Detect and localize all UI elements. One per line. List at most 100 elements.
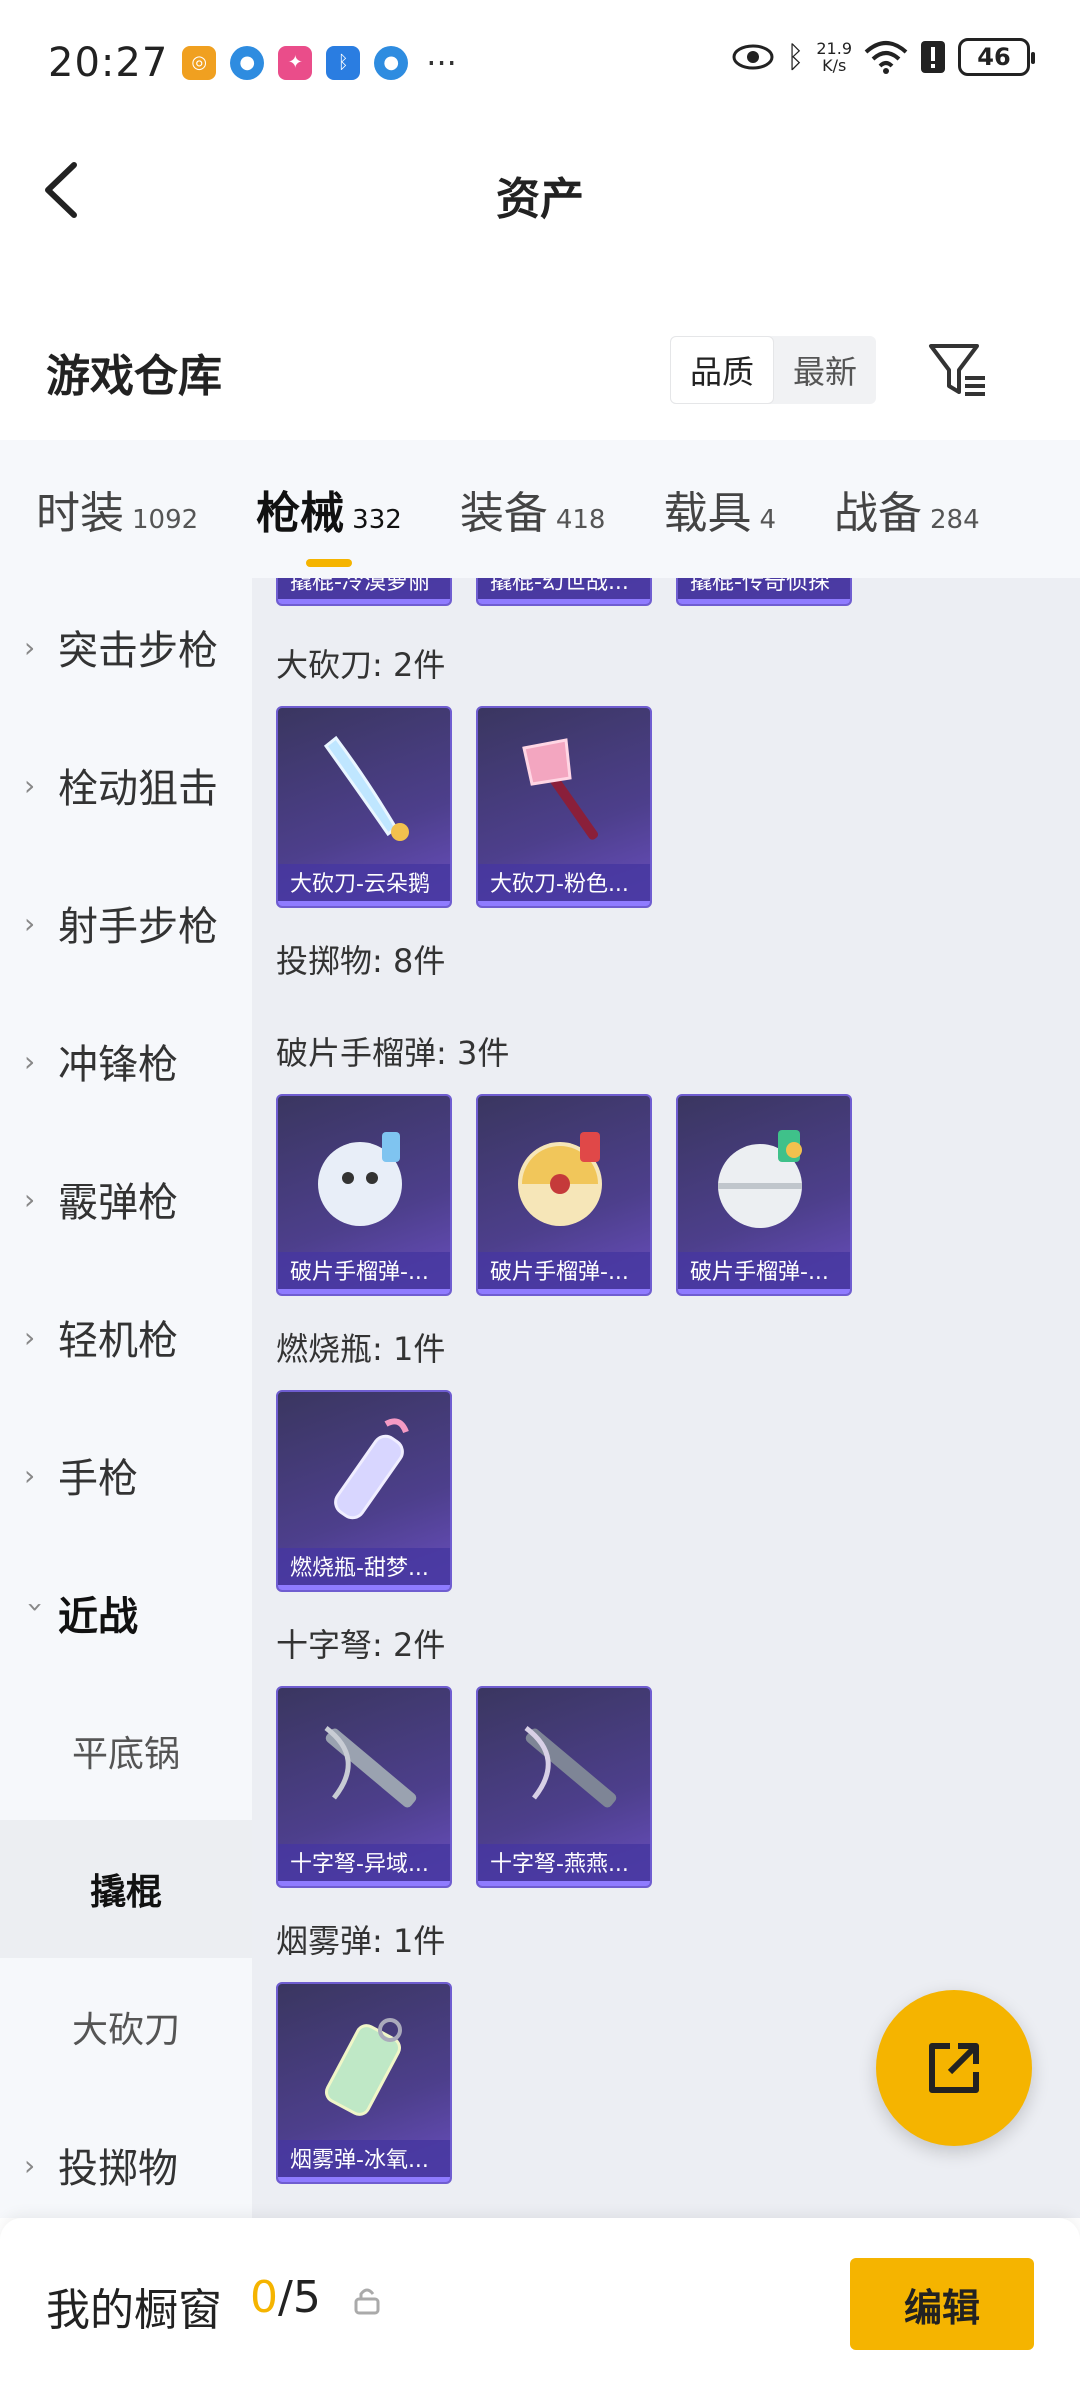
tab-label: 战备 — [834, 488, 922, 539]
sidebar-item-shotgun[interactable]: › 霰弹枪 — [0, 1130, 252, 1268]
chevron-right-icon: › — [24, 1458, 36, 1492]
cards-row-machete: 大砍刀-云朵鹅 大砍刀-粉色... — [276, 706, 652, 908]
item-card[interactable]: 大砍刀-云朵鹅 — [276, 706, 452, 908]
sidebar-item-label: 手枪 — [58, 1456, 138, 1502]
sidebar-item-smg[interactable]: › 冲锋枪 — [0, 992, 252, 1130]
share-fab-button[interactable] — [876, 1990, 1032, 2146]
tab-equipment[interactable]: 装备 418 — [460, 477, 606, 541]
tab-label: 装备 — [459, 488, 548, 539]
item-card-label: 破片手榴弹-... — [478, 1252, 650, 1294]
sort-toggle: 品质 最新 — [670, 336, 876, 404]
tab-guns[interactable]: 枪械 332 — [256, 477, 402, 567]
bluetooth-icon: ᛒ — [786, 39, 805, 75]
item-card[interactable]: 烟雾弹-冰氧... — [276, 1982, 452, 2184]
sidebar-item-label: 轻机枪 — [58, 1318, 178, 1364]
item-card[interactable]: 破片手榴弹-... — [276, 1094, 452, 1296]
sidebar-item-throwables[interactable]: › 投掷物 — [0, 2096, 252, 2218]
molotov-art-icon — [278, 1392, 450, 1552]
showcase-label: 我的橱窗 — [46, 2285, 222, 2336]
edit-button[interactable]: 编辑 — [850, 2258, 1034, 2350]
item-card[interactable]: 燃烧瓶-甜梦... — [276, 1390, 452, 1592]
showcase-count: 0/5 — [250, 2272, 321, 2323]
grenade-art-icon — [678, 1096, 850, 1256]
item-card[interactable]: 撬棍-冷漠萝丽 — [276, 578, 452, 606]
browser-notification-icon-2: ● — [374, 45, 409, 80]
active-tab-indicator — [306, 559, 353, 567]
item-card-label: 十字弩-异域... — [278, 1844, 450, 1886]
sidebar-item-marksman-rifle[interactable]: › 射手步枪 — [0, 854, 252, 992]
sidebar-item-pistol[interactable]: › 手枪 — [0, 1406, 252, 1544]
system-icons: ᛒ 21.9 K/s 46 — [732, 38, 1035, 76]
sidebar-item-label: 冲锋枪 — [58, 1042, 178, 1088]
section-title: 十字弩: 2件 — [276, 1626, 446, 1664]
quality-bar — [278, 1289, 450, 1294]
section-title: 破片手榴弹: 3件 — [276, 1034, 510, 1072]
browser-notification-icon: ● — [230, 45, 265, 80]
status-time: 20:27 — [48, 39, 169, 86]
section-title: 大砍刀: 2件 — [276, 646, 446, 684]
sidebar-item-label: 射手步枪 — [58, 904, 218, 950]
showcase-bar: 我的橱窗 0/5 编辑 — [0, 2218, 1080, 2382]
sidebar-item-bolt-sniper[interactable]: › 栓动狙击 — [0, 716, 252, 854]
tab-vehicles[interactable]: 载具 4 — [663, 477, 776, 541]
sidebar-item-lmg[interactable]: › 轻机枪 — [0, 1268, 252, 1406]
tab-count: 284 — [930, 505, 980, 535]
axe-art-icon — [478, 708, 650, 868]
item-card[interactable]: 十字弩-燕燕... — [476, 1686, 652, 1888]
more-notifications-icon: ··· — [426, 43, 457, 82]
item-card-label: 大砍刀-粉色... — [478, 864, 650, 906]
sidebar-subitem-crowbar[interactable]: 撬棍 — [0, 1820, 252, 1958]
wifi-icon — [864, 41, 908, 74]
item-card[interactable]: 撬棍-幻世战... — [476, 578, 652, 606]
cards-row-grenade: 破片手榴弹-... 破片手榴弹-... 破片手榴弹-... — [276, 1094, 852, 1296]
sidebar-item-assault-rifle[interactable]: › 突击步枪 — [0, 578, 252, 716]
net-speed-unit: K/s — [822, 56, 847, 75]
item-card-label: 破片手榴弹-... — [278, 1252, 450, 1294]
tab-count: 4 — [759, 505, 776, 535]
tab-label: 时装 — [36, 488, 124, 539]
tab-count: 332 — [352, 505, 402, 535]
grenade-art-icon — [478, 1096, 650, 1256]
category-tabs: 时装 1092 枪械 332 装备 418 载具 4 战备 284 — [0, 440, 1080, 578]
bluetooth-notification-icon: ᛒ — [326, 45, 361, 80]
item-card-label: 烟雾弹-冰氧... — [278, 2140, 450, 2182]
filter-icon — [929, 344, 985, 396]
sidebar-item-label: 栓动狙击 — [58, 766, 218, 812]
quality-bar — [478, 1881, 650, 1886]
chevron-down-icon: › — [19, 1601, 53, 1613]
sort-option-newest[interactable]: 最新 — [774, 336, 876, 404]
section-title: 燃烧瓶: 1件 — [276, 1330, 446, 1368]
item-card[interactable]: 十字弩-异域... — [276, 1686, 452, 1888]
page-title: 资产 — [496, 174, 584, 225]
tab-fashion[interactable]: 时装 1092 — [36, 477, 198, 541]
item-card-label: 燃烧瓶-甜梦... — [278, 1548, 450, 1590]
tab-label: 载具 — [663, 488, 752, 539]
tab-supplies[interactable]: 战备 284 — [834, 477, 980, 541]
warehouse-header: 游戏仓库 品质 最新 — [0, 300, 1080, 440]
item-card[interactable]: 破片手榴弹-... — [676, 1094, 852, 1296]
item-card[interactable]: 大砍刀-粉色... — [476, 706, 652, 908]
smoke-grenade-art-icon — [278, 1984, 450, 2144]
quality-bar — [678, 1289, 850, 1294]
sidebar-item-melee[interactable]: › 近战 — [0, 1544, 252, 1682]
quality-bar — [478, 1289, 650, 1294]
quality-bar — [278, 599, 450, 604]
warehouse-title: 游戏仓库 — [46, 351, 222, 402]
item-card[interactable]: 破片手榴弹-... — [476, 1094, 652, 1296]
chevron-right-icon: › — [24, 1182, 36, 1216]
battery-indicator: 46 — [958, 38, 1035, 76]
section-title: 投掷物: 8件 — [276, 942, 446, 980]
sidebar-subitem-pan[interactable]: 平底锅 — [0, 1682, 252, 1820]
filter-button[interactable] — [925, 338, 991, 404]
status-bar: 20:27 ◎ ● ✦ ᛒ ● ··· ᛒ 21.9 K/s 46 — [0, 0, 1080, 125]
showcase-count-current: 0 — [250, 2272, 278, 2323]
quality-bar — [278, 1881, 450, 1886]
sort-option-quality[interactable]: 品质 — [670, 336, 774, 404]
quality-bar — [278, 2177, 450, 2182]
sidebar-item-label: 近战 — [58, 1594, 138, 1640]
sidebar-subitem-machete[interactable]: 大砍刀 — [0, 1958, 252, 2096]
item-card[interactable]: 撬棍-传奇侦探 — [676, 578, 852, 606]
chevron-right-icon: › — [24, 768, 36, 802]
section-title: 烟雾弹: 1件 — [276, 1922, 446, 1960]
app-notification-icon: ◎ — [182, 45, 217, 80]
